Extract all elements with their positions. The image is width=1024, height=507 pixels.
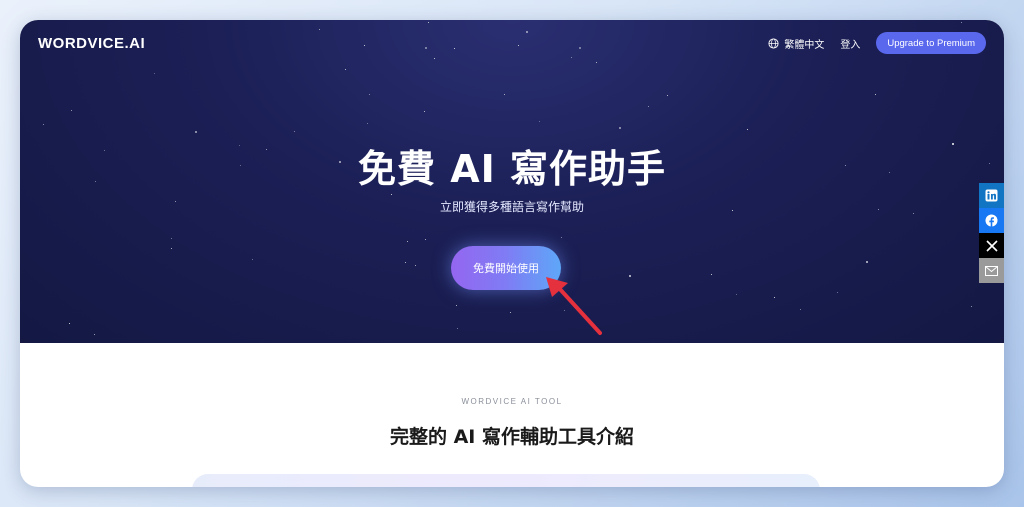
section-eyebrow: WORDVICE AI TOOL	[461, 397, 563, 406]
logo[interactable]: WORDVICE.AI	[38, 35, 145, 52]
star	[369, 94, 370, 95]
facebook-icon	[985, 214, 998, 227]
star	[94, 334, 95, 335]
star	[837, 292, 838, 293]
star	[629, 275, 631, 277]
globe-icon	[768, 37, 779, 49]
x-icon	[985, 239, 998, 252]
star	[415, 265, 416, 266]
star	[774, 297, 775, 298]
star	[875, 94, 876, 95]
star	[425, 239, 426, 240]
star	[747, 129, 748, 130]
section-title: 完整的 AI 寫作輔助工具介紹	[389, 426, 634, 448]
x-share-button[interactable]	[979, 233, 1004, 258]
star	[294, 131, 295, 132]
login-link[interactable]: 登入	[840, 36, 860, 51]
star	[866, 261, 868, 263]
star	[171, 248, 172, 249]
linkedin-icon	[985, 189, 998, 202]
star	[539, 121, 540, 122]
star	[561, 237, 562, 238]
email-share-button[interactable]	[979, 258, 1004, 283]
star	[457, 328, 458, 329]
language-label: 繁體中文	[784, 39, 825, 51]
star	[195, 131, 197, 133]
star	[510, 312, 511, 313]
mail-icon	[985, 265, 998, 276]
star	[800, 309, 801, 310]
linkedin-share-button[interactable]	[979, 183, 1004, 208]
star	[667, 95, 668, 96]
star	[171, 238, 172, 239]
star	[648, 106, 649, 107]
star	[504, 94, 505, 95]
star	[391, 194, 392, 195]
star	[345, 69, 346, 70]
share-bar	[979, 183, 1004, 283]
star	[405, 262, 406, 263]
nav-right: 繁體中文 登入 Upgrade to Premium	[768, 32, 986, 54]
star	[71, 110, 72, 111]
star	[424, 111, 425, 112]
star	[736, 294, 737, 295]
browser-frame: WORDVICE.AI 繁體中文 登入 Upgrade to Premium 免…	[20, 20, 1004, 487]
top-nav: WORDVICE.AI 繁體中文 登入 Upgrade to Premium	[20, 20, 1004, 66]
star	[619, 127, 621, 129]
star	[407, 241, 408, 242]
star	[154, 73, 155, 74]
hero-title: 免費 AI 寫作助手	[357, 147, 666, 191]
star	[367, 123, 368, 124]
hero-section: WORDVICE.AI 繁體中文 登入 Upgrade to Premium 免…	[20, 20, 1004, 343]
red-arrow-annotation	[546, 277, 602, 335]
star	[69, 323, 70, 324]
language-selector[interactable]: 繁體中文	[768, 36, 824, 51]
feature-card-preview	[192, 474, 820, 487]
star	[252, 259, 253, 260]
hero-subtitle: 立即獲得多種語言寫作幫助	[439, 200, 584, 214]
facebook-share-button[interactable]	[979, 208, 1004, 233]
star	[456, 305, 457, 306]
upgrade-premium-button[interactable]: Upgrade to Premium	[876, 32, 986, 54]
star	[711, 274, 712, 275]
star	[971, 306, 972, 307]
star	[43, 124, 44, 125]
